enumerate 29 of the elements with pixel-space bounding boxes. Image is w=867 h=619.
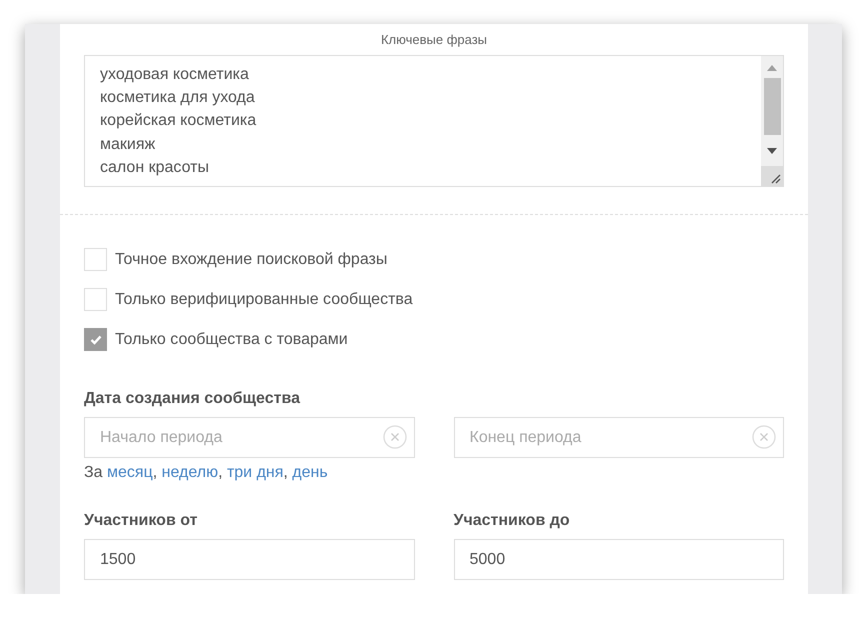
keywords-textarea[interactable]: уходовая косметика косметика для ухода корейская косметика макияж салон красоты — [84, 55, 784, 187]
number-field[interactable]: 5000 — [454, 539, 784, 580]
date-field[interactable]: Начало периода — [84, 417, 414, 458]
checkbox[interactable] — [84, 328, 107, 351]
separator: , — [152, 464, 158, 482]
period-link[interactable]: три дня — [226, 464, 284, 482]
period-link[interactable]: месяц — [107, 464, 153, 482]
field-label: Участников до — [454, 512, 571, 530]
period-link[interactable]: неделю — [162, 464, 218, 482]
period-link[interactable]: день — [292, 464, 328, 482]
scroll-up-icon[interactable] — [767, 64, 777, 72]
scroll-down-icon[interactable] — [767, 147, 777, 155]
field-label: Участников от — [84, 512, 198, 530]
checkbox-label: Только сообщества с товарами — [115, 330, 348, 348]
checkbox-label: Только верифицированные сообщества — [115, 290, 413, 308]
separator: , — [283, 464, 289, 482]
scrollbar-thumb[interactable] — [764, 78, 780, 135]
separator: , — [218, 464, 224, 482]
clear-icon[interactable] — [382, 425, 406, 449]
checkbox-label: Точное вхождение поисковой фразы — [115, 250, 388, 268]
date-field[interactable]: Конец периода — [454, 417, 784, 458]
shortcut-prefix: За — [84, 464, 104, 482]
clear-icon[interactable] — [752, 425, 776, 449]
scrollbar[interactable] — [761, 56, 783, 186]
check-icon — [90, 334, 102, 344]
section-label: Дата создания сообщества — [84, 390, 302, 408]
field-caption: Ключевые фразы — [380, 32, 488, 47]
resize-handle-icon[interactable] — [761, 166, 783, 186]
number-field[interactable]: 1500 — [84, 539, 414, 580]
